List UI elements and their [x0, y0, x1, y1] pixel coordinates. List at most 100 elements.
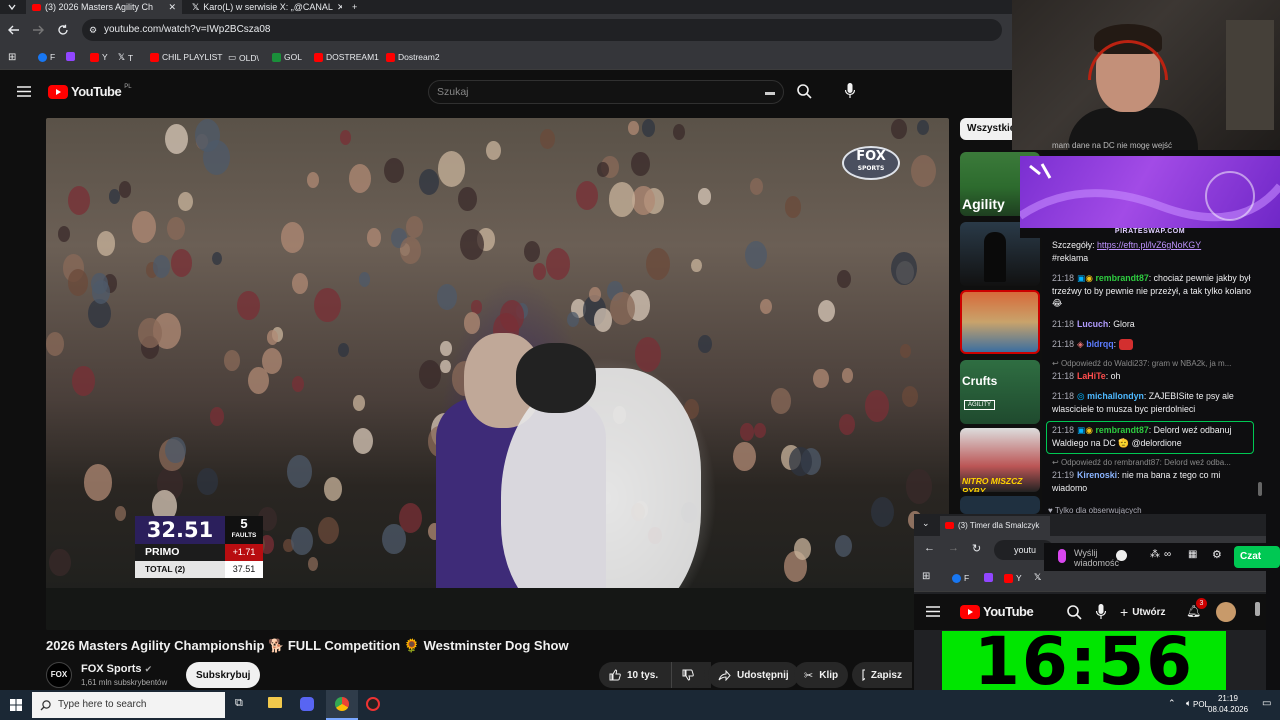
chat-send-button[interactable]: Czat	[1234, 546, 1280, 568]
bookmark-gol[interactable]: GOL	[272, 52, 302, 62]
suggestion-thumbnail-4[interactable]: Crufts AGILITY	[960, 360, 1040, 424]
system-clock[interactable]: 21:19 08.04.2026	[1208, 693, 1248, 715]
gear-icon[interactable]: ⚙	[1212, 548, 1222, 561]
site-info-icon[interactable]: ⚙	[89, 19, 97, 41]
keyboard-icon[interactable]: ▬	[765, 82, 775, 104]
bookmark-twitch[interactable]	[984, 573, 993, 582]
message-username[interactable]: michallondyn	[1087, 391, 1144, 401]
microphone-icon[interactable]	[1058, 549, 1066, 563]
task-view-icon[interactable]: ⧉	[235, 697, 243, 710]
reload-icon[interactable]: ↻	[972, 542, 981, 555]
subscribe-button[interactable]: Subskrybuj	[186, 662, 261, 688]
create-button[interactable]: + Utwórz	[1120, 604, 1166, 620]
bookmark-folder-old[interactable]: ▭ OLD\	[228, 52, 259, 63]
link-icon[interactable]: ∞	[1164, 549, 1171, 560]
bookmark-t[interactable]: 𝕏T	[118, 52, 133, 63]
notification-center-icon[interactable]: ▭	[1262, 698, 1271, 709]
menu-icon[interactable]	[17, 86, 31, 97]
bookmark-f[interactable]: F	[38, 52, 55, 62]
emoji-icon[interactable]	[1116, 550, 1127, 561]
back-icon[interactable]: ←	[924, 542, 935, 554]
share-button[interactable]: Udostępnij	[708, 662, 799, 688]
chat-message[interactable]: 21:19 Kirenoski: nie ma bana z tego co mi…	[1052, 469, 1252, 494]
bookmark-f[interactable]: F	[952, 573, 969, 583]
message-username[interactable]: rembrandt87	[1095, 273, 1148, 283]
suggestion-thumbnail-5[interactable]: NITRO MISZCZ RYBY	[960, 428, 1040, 492]
tab-youtube[interactable]: (3) 2026 Masters Agility Ch ✕	[26, 0, 182, 14]
chat-message-mention[interactable]: 21:18 ▣◉ rembrandt87: Delord weź odbanuj …	[1052, 424, 1252, 449]
chevron-down-icon[interactable]: ⌄	[922, 518, 930, 529]
file-explorer-icon[interactable]	[268, 697, 282, 708]
language-indicator[interactable]: POL	[1193, 700, 1209, 709]
close-icon[interactable]: ✕	[168, 2, 176, 13]
menu-icon[interactable]	[926, 606, 940, 617]
forward-icon[interactable]: →	[948, 542, 959, 554]
bookmark-y[interactable]: Y	[90, 52, 108, 62]
chat-message[interactable]: 21:18 LaHiTe: oh	[1052, 370, 1252, 383]
chat-reply-context[interactable]: ↩ Odpowiedź do rembrandt87: Delord weź o…	[1052, 458, 1252, 467]
apps-grid-icon[interactable]: ⊞	[8, 52, 16, 63]
gift-icon[interactable]: ▦	[1188, 549, 1197, 560]
avatar[interactable]	[1216, 602, 1236, 622]
chat-message[interactable]: 21:18 Lucuch: Glora	[1052, 318, 1252, 331]
popup-scrollbar[interactable]	[1255, 602, 1260, 616]
filter-chip-all[interactable]: Wszystkie	[960, 118, 1015, 140]
windows-start-icon[interactable]	[10, 699, 22, 711]
badge-icon: ◉	[1085, 425, 1094, 435]
chat-reply-context[interactable]: ↩ Odpowiedź do Waldi237: gram w NBA2k, j…	[1052, 359, 1252, 368]
bookmark-label: T	[127, 52, 134, 63]
microphone-icon[interactable]	[845, 83, 855, 99]
channel-name[interactable]: FOX Sports ✔	[81, 663, 152, 675]
taskbar-search-input[interactable]: Type here to search	[32, 692, 225, 718]
chevron-up-icon[interactable]: ⌃	[1168, 698, 1176, 709]
microphone-icon[interactable]	[1096, 604, 1106, 620]
obs-icon[interactable]	[366, 697, 380, 711]
message-username[interactable]: Lucuch	[1077, 319, 1108, 329]
search-icon[interactable]	[797, 84, 812, 99]
timer-display: 16:56	[942, 631, 1226, 690]
message-username[interactable]: bldrqq	[1086, 339, 1113, 349]
channel-avatar[interactable]: FOX	[46, 662, 72, 688]
tab-list-button[interactable]	[2, 0, 24, 14]
new-tab-button[interactable]: +	[346, 0, 366, 14]
x-logo-icon[interactable]: 𝕏	[1034, 572, 1041, 583]
youtube-logo[interactable]: YouTube	[960, 604, 1034, 619]
save-button[interactable]: Zapisz	[852, 662, 912, 688]
close-icon[interactable]: ✕	[337, 2, 342, 13]
bookmark-chil-playlist[interactable]: CHIL PLAYLIST	[150, 52, 222, 62]
bookmark-y[interactable]: Y	[1004, 573, 1022, 583]
chat-message[interactable]: 21:18 ◈ bldrqq:	[1052, 338, 1252, 351]
message-username[interactable]: LaHiTe	[1077, 371, 1106, 381]
popup-tab[interactable]: (3) Timer dla Smalczyk	[940, 516, 1050, 536]
bits-icon[interactable]: ⁂	[1150, 549, 1160, 560]
dislike-button[interactable]	[671, 662, 705, 688]
bookmark-dostream1[interactable]: DOSTREAM1	[314, 52, 379, 62]
chat-message[interactable]: 21:18 ◎ michallondyn: ZAJEBISite te psy a…	[1052, 390, 1252, 415]
message-username[interactable]: rembrandt87	[1095, 425, 1148, 435]
suggestion-thumbnail-6[interactable]	[960, 496, 1040, 514]
search-icon[interactable]	[1067, 605, 1082, 620]
tab-x[interactable]: 𝕏 Karo(L) w serwisie X: „@CANAL ✕	[186, 0, 342, 14]
bookmark-dostream2[interactable]: Dostream2	[386, 52, 440, 62]
message-username[interactable]: Kirenoski	[1077, 470, 1117, 480]
ad-banner[interactable]	[1020, 156, 1280, 230]
forward-icon[interactable]	[32, 25, 44, 35]
youtube-logo[interactable]: YouTube PL	[48, 84, 132, 99]
chat-message[interactable]: 21:18 ▣◉ rembrandt87: chociaż pewnie jakb…	[1052, 272, 1252, 310]
back-icon[interactable]	[8, 25, 20, 35]
video-player[interactable]: FOX SPORTS 32.51 5 FAULTS PRIMO +1.71 TOT…	[46, 118, 949, 630]
apps-grid-icon[interactable]: ⊞	[922, 571, 930, 582]
details-link[interactable]: https://eftn.pl/lvZ6gNoKGY	[1097, 240, 1201, 250]
discord-icon[interactable]	[300, 697, 314, 711]
bookmark-icon	[862, 669, 865, 681]
clip-button[interactable]: ✂ Klip	[794, 662, 849, 688]
taskbar-chrome-active[interactable]	[326, 690, 358, 720]
reload-icon[interactable]	[57, 24, 69, 36]
crowd-person	[337, 342, 350, 358]
bookmark-twitch[interactable]	[66, 52, 75, 61]
chat-scrollbar[interactable]	[1258, 482, 1262, 496]
speaker-icon[interactable]: 🔈︎	[1186, 698, 1191, 709]
url-field[interactable]: ⚙ youtube.com/watch?v=IWp2BCsza08	[82, 19, 1002, 41]
search-input[interactable]: Szukaj ▬	[428, 80, 784, 104]
suggestion-thumbnail-3[interactable]	[960, 290, 1040, 354]
